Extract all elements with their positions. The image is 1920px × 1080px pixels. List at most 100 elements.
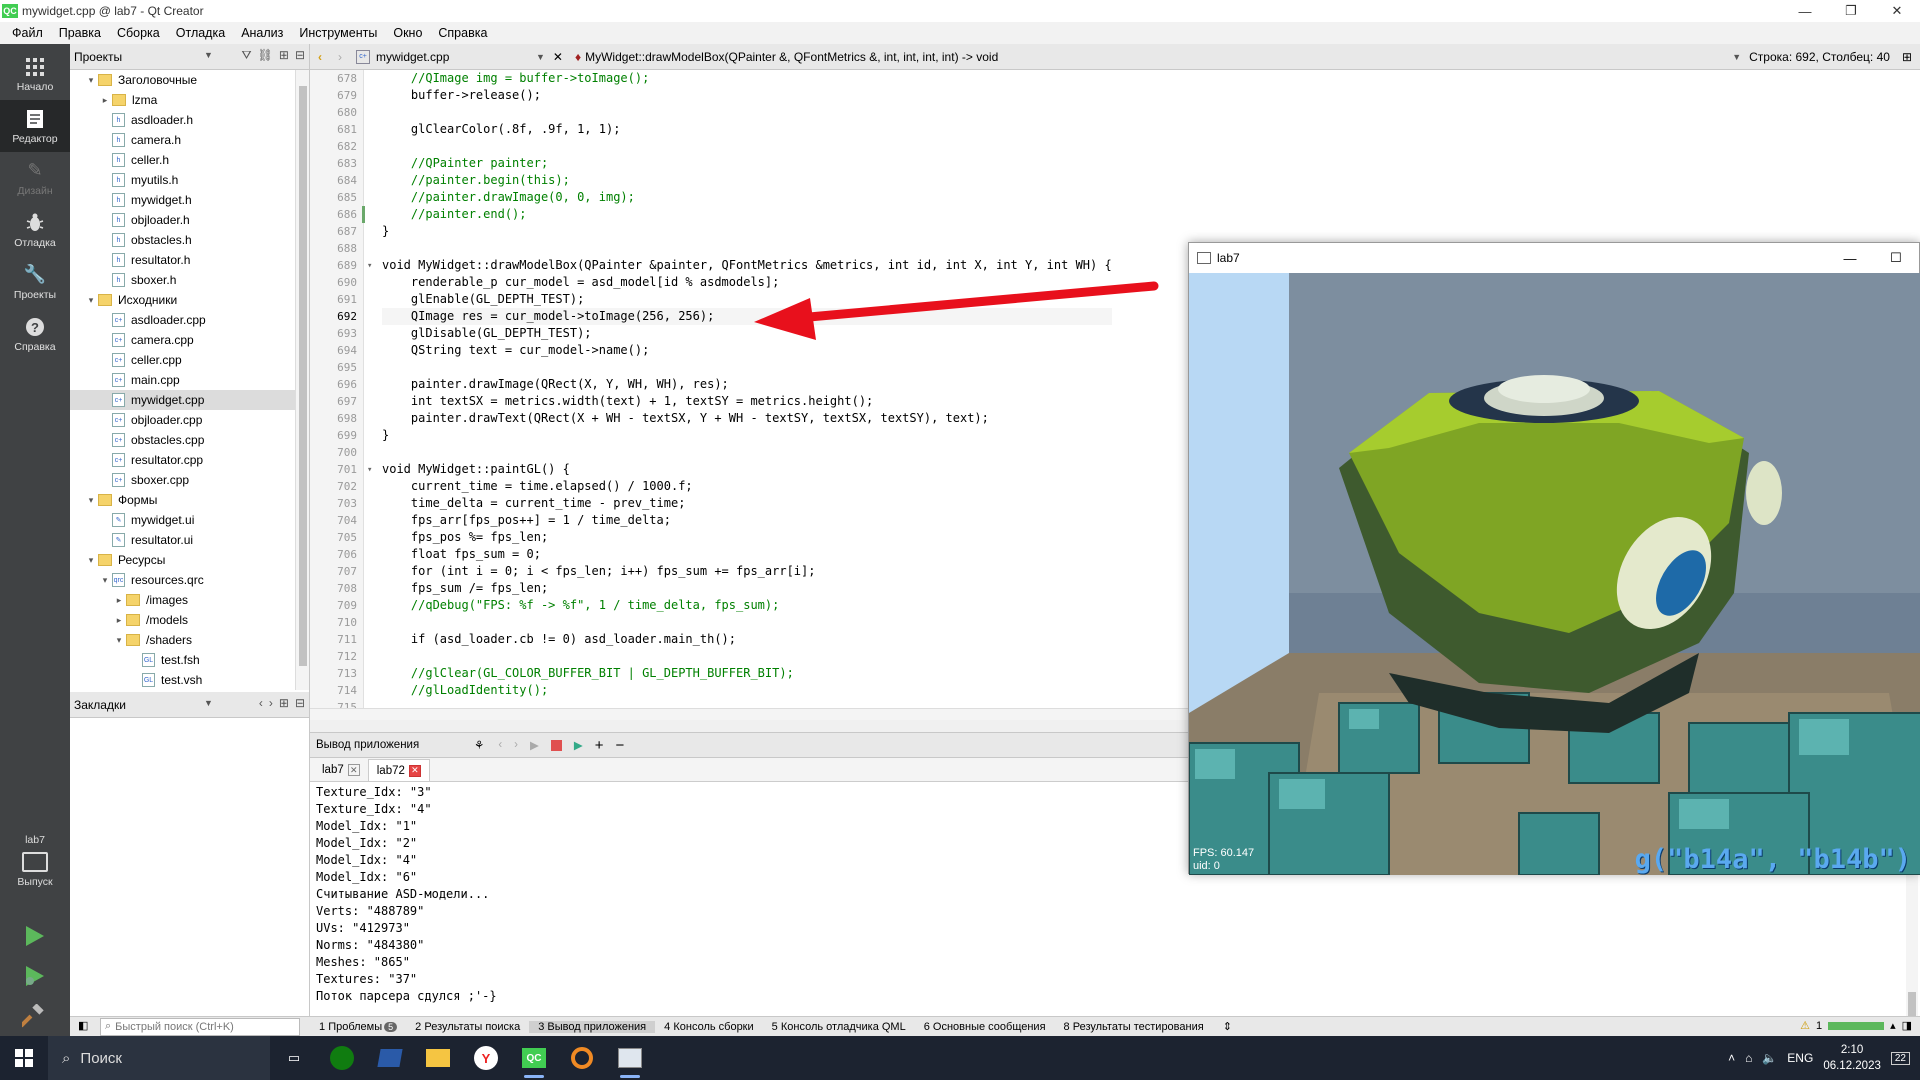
tree-item[interactable]: h myutils.h	[70, 170, 309, 190]
notifications-badge[interactable]: 22	[1890, 1051, 1910, 1065]
split-icon[interactable]: ◨	[1902, 1019, 1912, 1032]
tree-item[interactable]: ▾ Формы	[70, 490, 309, 510]
tree-item[interactable]: ✎ mywidget.ui	[70, 510, 309, 530]
yandex-browser-icon[interactable]: Y	[462, 1036, 510, 1080]
tree-item[interactable]: c+ main.cpp	[70, 370, 309, 390]
tree-item[interactable]: ▸ lzma	[70, 90, 309, 110]
task-view-icon[interactable]: ▭	[270, 1036, 318, 1080]
prev-icon[interactable]: ‹	[498, 739, 502, 751]
symbol-combo[interactable]: MyWidget::drawModelBox(QPainter &, QFont…	[585, 50, 1585, 64]
menu-help[interactable]: Справка	[430, 26, 495, 40]
tree-item[interactable]: c+ celler.cpp	[70, 350, 309, 370]
pane-button[interactable]: 6 Основные сообщения	[915, 1021, 1055, 1033]
expand-arrow-icon[interactable]: ▾	[98, 575, 112, 586]
menu-file[interactable]: Файл	[4, 26, 51, 40]
lang-indicator[interactable]: ENG	[1787, 1051, 1813, 1065]
close-button[interactable]: ✕	[1874, 0, 1920, 22]
tree-item[interactable]: c+ resultator.cpp	[70, 450, 309, 470]
pane-button[interactable]: 8 Результаты тестирования	[1055, 1021, 1213, 1033]
chevron-down-icon[interactable]: ▼	[204, 50, 213, 60]
tree-item[interactable]: c+ objloader.cpp	[70, 410, 309, 430]
menu-analyze[interactable]: Анализ	[233, 26, 291, 40]
fold-arrow-icon[interactable]: ▾	[367, 261, 372, 271]
chevron-down-icon[interactable]: ▼	[204, 698, 213, 708]
pane-button[interactable]: 4 Консоль сборки	[655, 1021, 763, 1033]
tree-item[interactable]: GL test.fsh	[70, 650, 309, 670]
expand-arrow-icon[interactable]: ▾	[84, 555, 98, 566]
minimize-button[interactable]: —	[1782, 0, 1828, 22]
run-button[interactable]	[22, 924, 46, 951]
locator-input[interactable]: ⌕ Быстрый поиск (Ctrl+K)	[100, 1017, 300, 1036]
back-arrow-icon[interactable]: ‹	[310, 50, 330, 64]
tree-item[interactable]: c+ sboxer.cpp	[70, 470, 309, 490]
mode-projects[interactable]: 🔧 Проекты	[0, 256, 70, 308]
lab7-app-window[interactable]: lab7 — ☐ FPS: 60.147 uid: 0 g("b14a", "b…	[1188, 242, 1920, 875]
close-panel-icon[interactable]: ⊟	[295, 48, 305, 63]
menu-build[interactable]: Сборка	[109, 26, 168, 40]
qt-creator-taskbar-icon[interactable]: QC	[510, 1036, 558, 1080]
tree-scrollbar[interactable]	[295, 70, 309, 690]
maximize-button[interactable]: ❐	[1828, 0, 1874, 22]
pane-button[interactable]: 3 Вывод приложения	[529, 1020, 656, 1033]
file-explorer-icon[interactable]	[414, 1036, 462, 1080]
start-button[interactable]	[0, 1036, 48, 1080]
tree-item[interactable]: ✎ resultator.ui	[70, 530, 309, 550]
forward-arrow-icon[interactable]: ›	[330, 50, 350, 64]
link-icon[interactable]: ⛓	[258, 48, 273, 63]
clock[interactable]: 2:10 06.12.2023	[1823, 1042, 1881, 1074]
maximize-button[interactable]: ☐	[1873, 243, 1919, 273]
tree-item[interactable]: GL test.vsh	[70, 670, 309, 690]
expand-arrow-icon[interactable]: ▾	[84, 295, 98, 306]
split-icon[interactable]: ⊞	[279, 696, 289, 710]
menu-window[interactable]: Окно	[385, 26, 430, 40]
mode-editor[interactable]: Редактор	[0, 100, 70, 152]
close-tab-icon[interactable]: ✕	[408, 764, 421, 777]
tree-item[interactable]: ▸ /models	[70, 610, 309, 630]
chevron-up-icon[interactable]: ▴	[1890, 1019, 1896, 1032]
expand-arrow-icon[interactable]: ▾	[84, 495, 98, 506]
tree-item[interactable]: h objloader.h	[70, 210, 309, 230]
chevron-down-icon[interactable]: ▼	[1732, 52, 1741, 62]
toggle-sidebar-icon[interactable]: ◧	[78, 1019, 88, 1032]
tree-item[interactable]: h resultator.h	[70, 250, 309, 270]
expand-arrow-icon[interactable]: ▾	[112, 635, 126, 646]
expand-arrow-icon[interactable]: ▸	[98, 95, 112, 106]
pane-button[interactable]: 5 Консоль отладчика QML	[763, 1021, 915, 1033]
tree-item[interactable]: ▾ /shaders	[70, 630, 309, 650]
blender-icon[interactable]	[558, 1036, 606, 1080]
mode-welcome[interactable]: Начало	[0, 48, 70, 100]
filter-icon[interactable]: ⚘	[474, 738, 484, 752]
split-icon[interactable]: ⊞	[279, 48, 289, 63]
minimize-button[interactable]: —	[1827, 243, 1873, 273]
pane-button[interactable]: 2 Результаты поиска	[406, 1021, 529, 1033]
split-icon[interactable]: ⊞	[1902, 50, 1912, 64]
minus-icon[interactable]: −	[615, 737, 624, 754]
tree-item[interactable]: c+ asdloader.cpp	[70, 310, 309, 330]
tree-item[interactable]: h asdloader.h	[70, 110, 309, 130]
mode-debug[interactable]: Отладка	[0, 204, 70, 256]
tree-item[interactable]: h camera.h	[70, 130, 309, 150]
debug-run-button[interactable]	[22, 964, 46, 991]
output-tab-lab72[interactable]: lab72 ✕	[367, 759, 430, 781]
close-panel-icon[interactable]: ⊟	[295, 696, 305, 710]
tree-item[interactable]: h sboxer.h	[70, 270, 309, 290]
plus-icon[interactable]: +	[595, 737, 604, 754]
stop-icon[interactable]	[550, 739, 562, 751]
next-icon[interactable]: ›	[514, 739, 518, 751]
prev-icon[interactable]: ‹	[259, 696, 263, 710]
volume-icon[interactable]: 🔈	[1762, 1051, 1777, 1065]
tree-item[interactable]: h obstacles.h	[70, 230, 309, 250]
output-tab-lab7[interactable]: lab7 ✕	[314, 759, 368, 781]
tree-item[interactable]: h mywidget.h	[70, 190, 309, 210]
next-icon[interactable]: ›	[269, 696, 273, 710]
expand-arrow-icon[interactable]: ▸	[112, 595, 126, 606]
chevron-up-icon[interactable]: ˄	[1728, 1051, 1735, 1065]
expand-arrow-icon[interactable]: ▸	[112, 615, 126, 626]
close-file-icon[interactable]: ✕	[553, 50, 563, 64]
filter-icon[interactable]: ⛛	[242, 48, 252, 63]
tree-item[interactable]: c+ mywidget.cpp	[70, 390, 309, 410]
tree-item[interactable]: ▸ /images	[70, 590, 309, 610]
taskbar-search[interactable]: ⌕ Поиск	[48, 1036, 270, 1080]
mode-help[interactable]: ? Справка	[0, 308, 70, 360]
chevron-updown-icon[interactable]: ⇕	[1223, 1020, 1232, 1033]
